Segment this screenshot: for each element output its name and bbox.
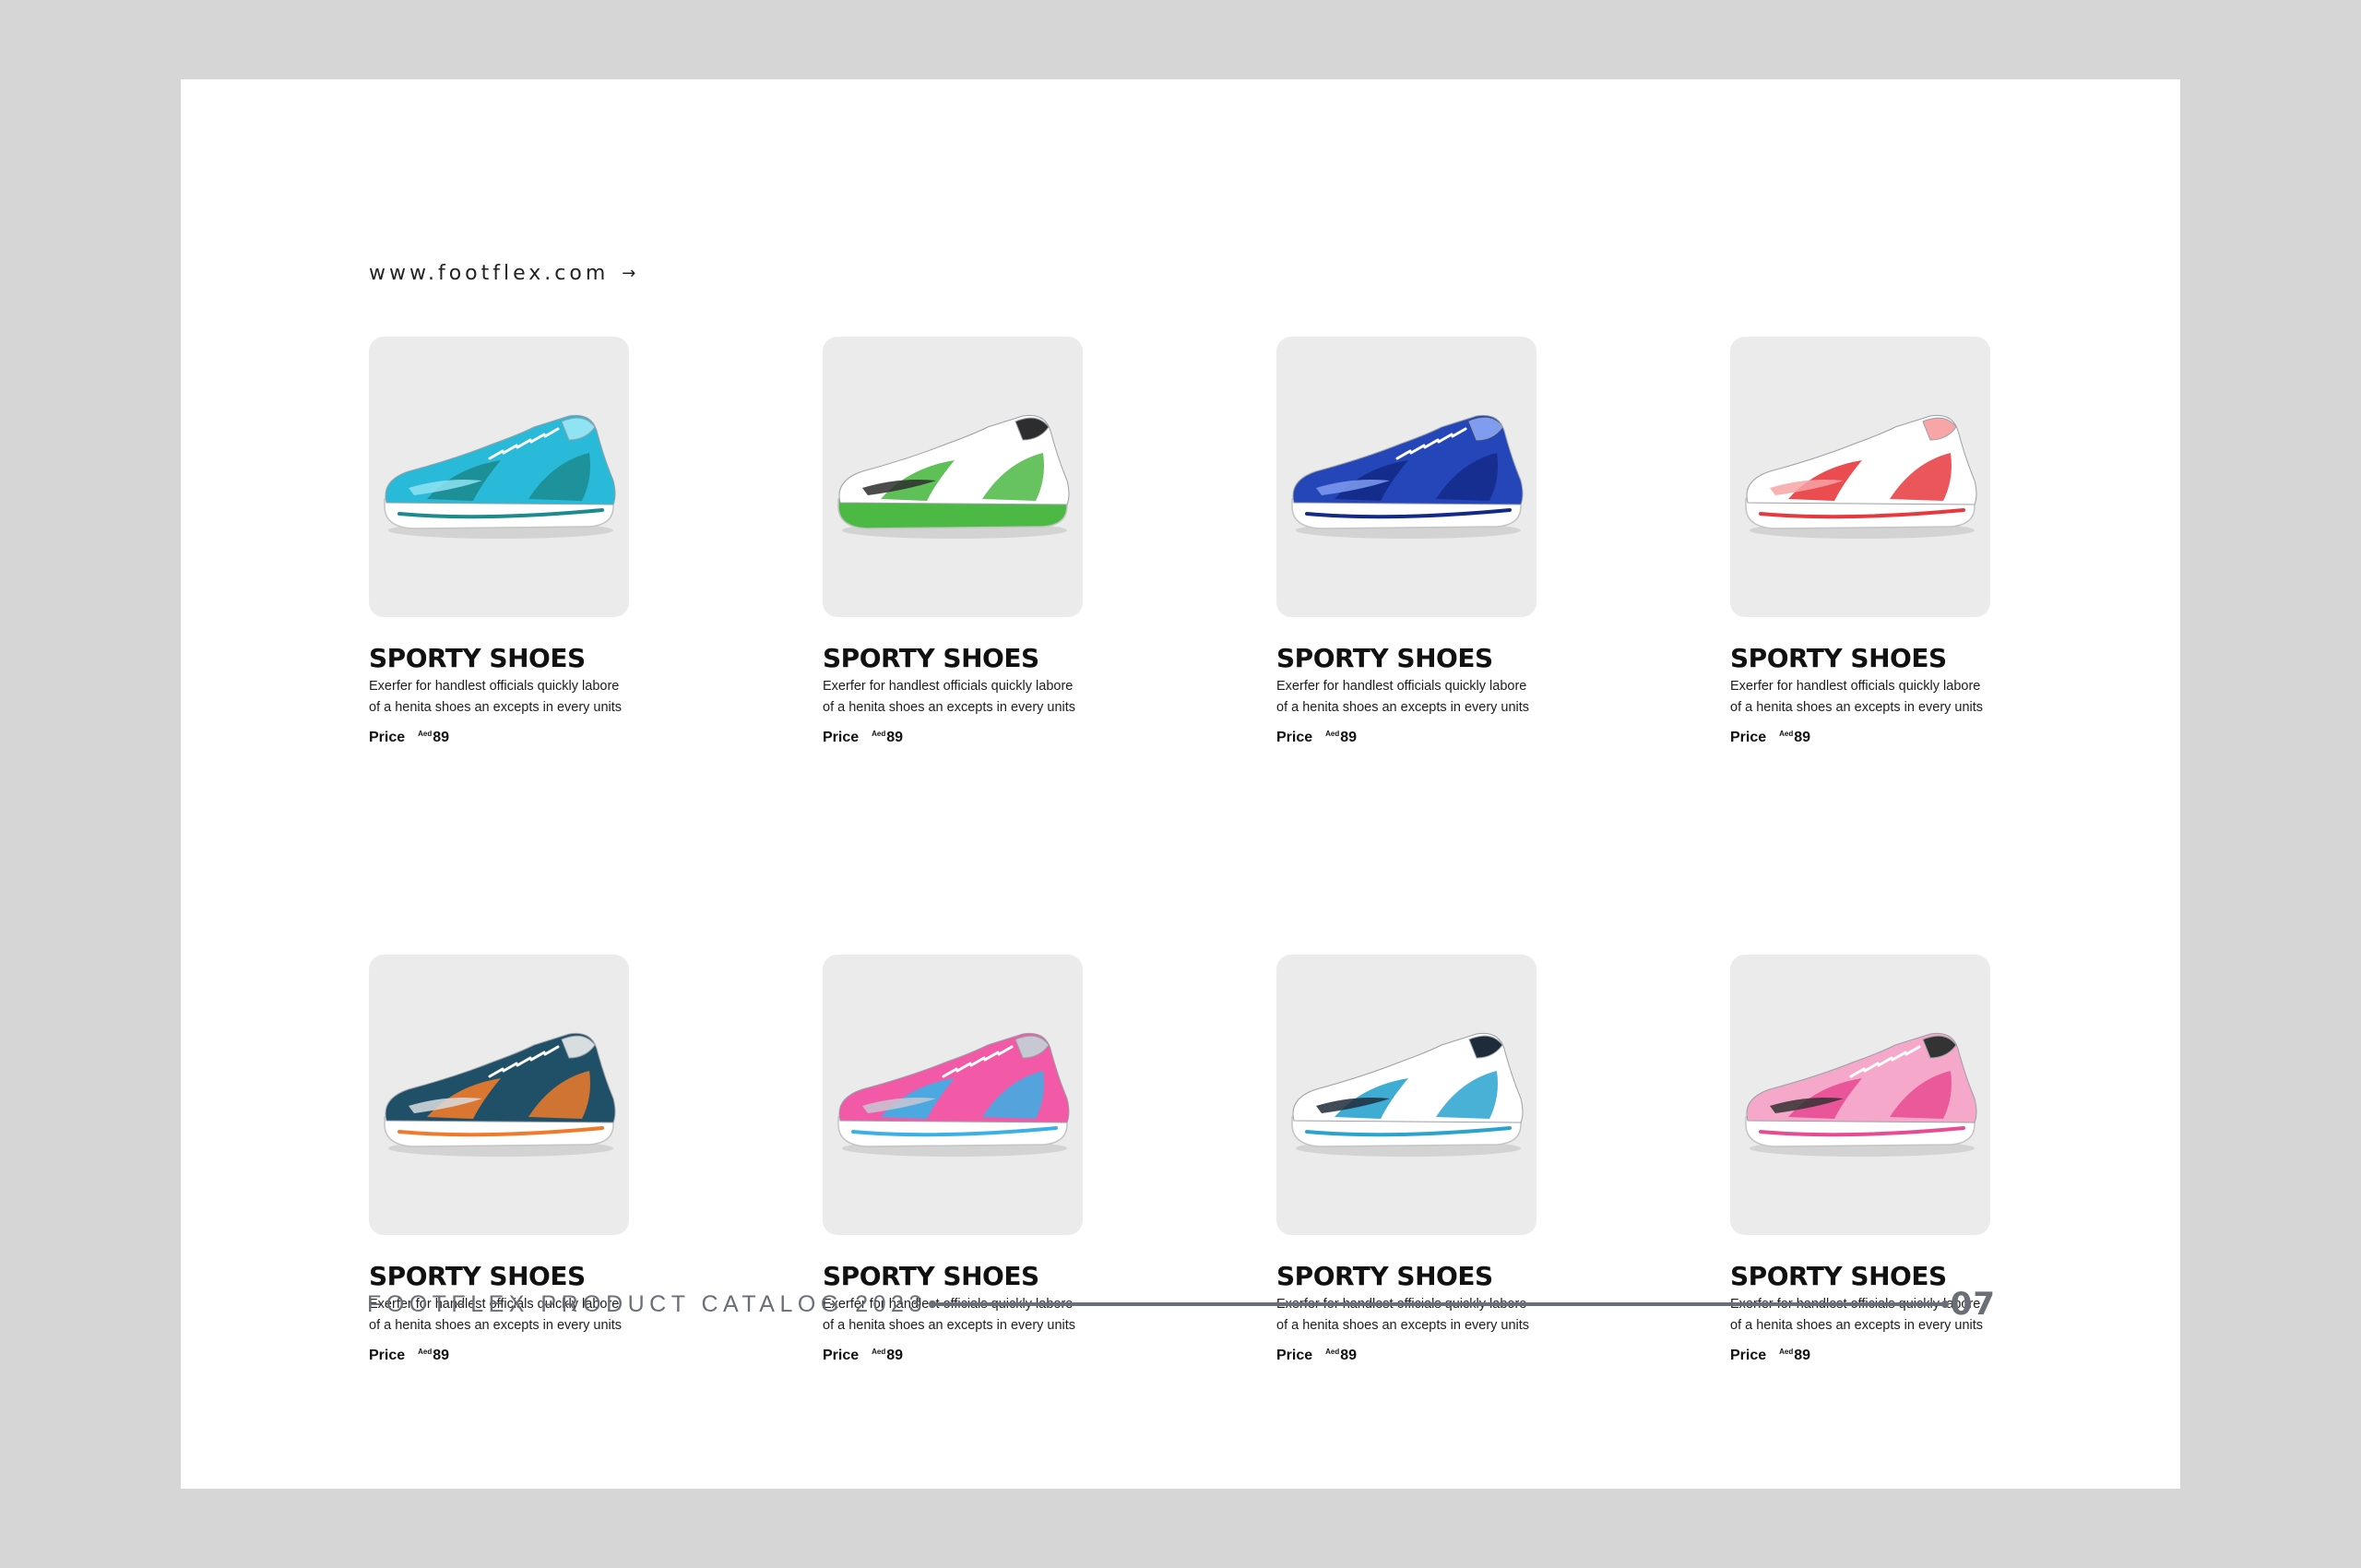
sneaker-icon [384, 1032, 616, 1157]
sneaker-icon [1745, 1032, 1977, 1157]
price-value: Aed 89 [418, 730, 449, 746]
product-image[interactable] [369, 337, 629, 617]
price-label: Price [1276, 1348, 1313, 1363]
price-value: Aed 89 [418, 1348, 449, 1364]
price-label: Price [823, 730, 860, 745]
price-label: Price [1276, 730, 1313, 745]
catalog-title: FOOTFLEX PRODUCT CATALOG 2023 [367, 1290, 927, 1317]
price-amount: 89 [886, 1348, 904, 1363]
price-amount: 89 [433, 730, 450, 745]
price-label: Price [369, 1348, 406, 1363]
product-image[interactable] [1730, 337, 1990, 617]
price-amount: 89 [1340, 1348, 1358, 1363]
price-amount: 89 [1794, 730, 1811, 745]
currency-label: Aed [872, 1348, 886, 1356]
arrow-right-icon: → [622, 264, 636, 283]
page-footer: FOOTFLEX PRODUCT CATALOG 2023 07 [367, 1286, 1996, 1323]
website-link[interactable]: www.footflex.com → [369, 262, 635, 285]
currency-label: Aed [872, 730, 886, 738]
price-amount: 89 [1340, 730, 1358, 745]
price-row: Price Aed 89 [823, 1348, 1083, 1364]
price-row: Price Aed 89 [823, 730, 1083, 746]
price-amount: 89 [433, 1348, 450, 1363]
product-title: SPORTY SHOES [823, 643, 1039, 673]
product-description: Exerfer for handlest officials quickly l… [369, 676, 646, 719]
price-value: Aed 89 [1779, 730, 1810, 746]
price-label: Price [369, 730, 406, 745]
currency-label: Aed [1325, 1348, 1340, 1356]
price-value: Aed 89 [1779, 1348, 1810, 1364]
product-title: SPORTY SHOES [369, 643, 586, 673]
sneaker-icon [1291, 1032, 1524, 1157]
price-row: Price Aed 89 [1276, 730, 1536, 746]
product-image[interactable] [369, 955, 629, 1235]
footer-divider [928, 1301, 1949, 1308]
product-image[interactable] [823, 337, 1083, 617]
price-label: Price [1730, 730, 1767, 745]
product-title: SPORTY SHOES [1730, 643, 1947, 673]
product-description-line: Exerfer for handlest officials quickly l… [823, 679, 1074, 694]
price-amount: 89 [1794, 1348, 1811, 1363]
product-card[interactable]: SPORTY SHOES Exerfer for handlest offici… [1276, 337, 1536, 746]
product-description: Exerfer for handlest officials quickly l… [1730, 676, 2007, 719]
product-description-line: of a henita shoes an excepts in every un… [1276, 700, 1530, 715]
product-description-line: Exerfer for handlest officials quickly l… [1730, 679, 1981, 694]
sneaker-icon [1291, 414, 1524, 539]
sneaker-icon [1745, 414, 1977, 539]
currency-label: Aed [418, 730, 433, 738]
currency-label: Aed [1779, 1348, 1794, 1356]
product-image[interactable] [1276, 955, 1536, 1235]
product-card[interactable]: SPORTY SHOES Exerfer for handlest offici… [823, 337, 1083, 746]
currency-label: Aed [1779, 730, 1794, 738]
price-value: Aed 89 [872, 1348, 903, 1364]
catalog-page: www.footflex.com → SPORTY SHOES Exerfer … [181, 79, 2180, 1489]
price-row: Price Aed 89 [1730, 730, 1990, 746]
product-description-line: of a henita shoes an excepts in every un… [369, 700, 623, 715]
price-value: Aed 89 [872, 730, 903, 746]
price-value: Aed 89 [1325, 1348, 1357, 1364]
currency-label: Aed [1325, 730, 1340, 738]
website-url[interactable]: www.footflex.com [369, 262, 609, 285]
price-row: Price Aed 89 [1276, 1348, 1536, 1364]
sneaker-icon [837, 414, 1070, 539]
currency-label: Aed [418, 1348, 433, 1356]
product-card[interactable]: SPORTY SHOES Exerfer for handlest offici… [369, 337, 629, 746]
price-row: Price Aed 89 [369, 730, 629, 746]
product-grid: SPORTY SHOES Exerfer for handlest offici… [369, 337, 1990, 1364]
price-value: Aed 89 [1325, 730, 1357, 746]
product-image[interactable] [823, 955, 1083, 1235]
price-label: Price [1730, 1348, 1767, 1363]
price-amount: 89 [886, 730, 904, 745]
product-description-line: of a henita shoes an excepts in every un… [1730, 700, 1984, 715]
price-row: Price Aed 89 [1730, 1348, 1990, 1364]
product-image[interactable] [1276, 337, 1536, 617]
price-label: Price [823, 1348, 860, 1363]
product-description-line: of a henita shoes an excepts in every un… [823, 700, 1076, 715]
product-title: SPORTY SHOES [1276, 643, 1493, 673]
product-description-line: Exerfer for handlest officials quickly l… [369, 679, 620, 694]
product-description-line: Exerfer for handlest officials quickly l… [1276, 679, 1527, 694]
sneaker-icon [384, 414, 616, 539]
product-description: Exerfer for handlest officials quickly l… [1276, 676, 1553, 719]
product-image[interactable] [1730, 955, 1990, 1235]
sneaker-icon [837, 1032, 1070, 1157]
page-number: 07 [1950, 1286, 1996, 1323]
price-row: Price Aed 89 [369, 1348, 629, 1364]
product-description: Exerfer for handlest officials quickly l… [823, 676, 1099, 719]
product-card[interactable]: SPORTY SHOES Exerfer for handlest offici… [1730, 337, 1990, 746]
